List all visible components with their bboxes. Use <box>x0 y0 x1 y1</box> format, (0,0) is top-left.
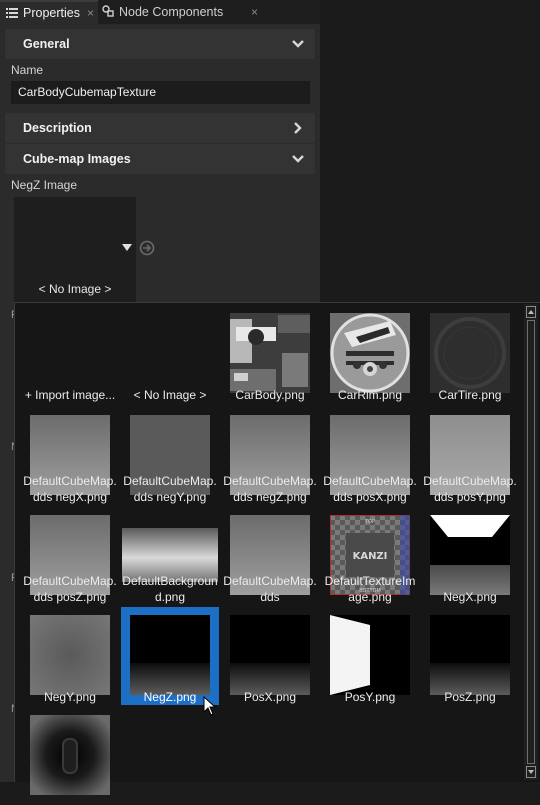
section-general-label: General <box>23 37 70 51</box>
negz-image-picker[interactable]: < No Image > <box>14 197 136 302</box>
image-thumbnail <box>30 615 110 695</box>
section-description[interactable]: Description <box>5 113 315 143</box>
go-to-resource-icon[interactable] <box>139 240 155 256</box>
image-thumbnail <box>230 615 310 695</box>
gallery-item[interactable]: CarTire.png <box>421 305 519 403</box>
gallery-item[interactable]: DefaultCubeMap. dds negZ.png <box>221 407 319 505</box>
section-description-label: Description <box>23 121 92 135</box>
component-icon <box>102 5 114 17</box>
negz-image-label: NegZ Image <box>11 178 78 192</box>
gallery-item-caption: DefaultCubeMap. dds <box>223 574 317 604</box>
gallery-scrollbar[interactable] <box>524 304 538 780</box>
image-thumbnail <box>330 615 410 695</box>
image-gallery-popup: + Import image... < No Image > CarBody.png… <box>14 302 540 795</box>
tab-node-components[interactable]: Node Components × <box>102 0 258 24</box>
gallery-item[interactable]: DefaultCubeMap. dds posX.png <box>321 407 419 505</box>
gallery-item-caption: DefaultCubeMap. dds negY.png <box>123 474 217 504</box>
gallery-item[interactable]: CarRim.png <box>321 305 419 403</box>
gallery-item[interactable]: < No Image > <box>121 305 219 403</box>
image-thumbnail <box>130 313 210 393</box>
gallery-item[interactable]: CarBody.png <box>221 305 319 403</box>
tab-node-components-label: Node Components <box>119 5 224 19</box>
image-thumbnail <box>430 313 510 393</box>
gallery-item[interactable]: PosX.png <box>221 607 319 705</box>
close-icon[interactable]: × <box>87 2 94 24</box>
chevron-right-icon <box>294 122 302 134</box>
close-icon[interactable]: × <box>251 0 258 24</box>
image-thumbnail <box>430 615 510 695</box>
image-thumbnail <box>30 313 110 393</box>
gallery-item[interactable]: KANZI TOP BOTTOM DefaultTextureIm age.png <box>321 507 419 605</box>
gallery-item-caption: DefaultCubeMap. dds posY.png <box>423 474 517 504</box>
gallery-item-caption: PosX.png <box>243 690 297 704</box>
dropdown-arrow-icon[interactable] <box>122 244 132 251</box>
section-cubemap-label: Cube-map Images <box>23 152 131 166</box>
gallery-item-caption: NegX.png <box>443 590 497 604</box>
tab-properties-label: Properties <box>23 6 80 20</box>
gallery-item-caption: NegY.png <box>44 690 96 704</box>
gallery-item[interactable]: DefaultBackgroun d.png <box>121 507 219 605</box>
gallery-item[interactable]: DefaultCubeMap. dds negY.png <box>121 407 219 505</box>
mouse-cursor-icon <box>203 696 217 716</box>
name-input[interactable]: CarBodyCubemapTexture <box>11 81 310 104</box>
gallery-item[interactable] <box>21 707 119 805</box>
gallery-item-caption: DefaultTextureIm age.png <box>324 574 416 604</box>
gallery-item[interactable]: PosY.png <box>321 607 419 705</box>
gallery-item-caption: CarTire.png <box>438 388 502 402</box>
gallery-item-caption: PosZ.png <box>444 690 496 704</box>
gallery-item-caption: DefaultCubeMap. dds posZ.png <box>23 574 117 604</box>
section-cubemap-images[interactable]: Cube-map Images <box>5 144 315 174</box>
gallery-item[interactable]: PosZ.png <box>421 607 519 705</box>
gallery-item-caption: < No Image > <box>133 388 207 402</box>
name-input-value: CarBodyCubemapTexture <box>18 85 157 99</box>
scroll-up-icon[interactable] <box>526 306 536 318</box>
tab-properties[interactable]: Properties × <box>0 0 98 24</box>
gallery-item-caption: PosY.png <box>344 690 396 704</box>
chevron-down-icon <box>292 40 304 48</box>
gallery-item[interactable]: + Import image... <box>21 305 119 403</box>
image-thumbnail <box>30 715 110 795</box>
gallery-item-caption: CarRim.png <box>337 388 403 402</box>
gallery-item[interactable]: DefaultCubeMap. dds negX.png <box>21 407 119 505</box>
chevron-down-icon <box>292 155 304 163</box>
gallery-item[interactable]: DefaultCubeMap. dds <box>221 507 319 605</box>
gallery-item-caption: DefaultCubeMap. dds posX.png <box>323 474 417 504</box>
name-label: Name <box>11 63 44 77</box>
section-general[interactable]: General <box>5 29 315 59</box>
gallery-item[interactable]: DefaultCubeMap. dds posY.png <box>421 407 519 505</box>
scroll-thumb[interactable] <box>527 320 535 764</box>
gallery-item-caption: DefaultCubeMap. dds negZ.png <box>223 474 317 504</box>
image-thumbnail <box>230 313 310 393</box>
gallery-item-caption: DefaultBackgroun d.png <box>122 574 218 604</box>
svg-text:TOP: TOP <box>364 519 375 525</box>
svg-text:KANZI: KANZI <box>353 551 388 562</box>
list-icon <box>6 8 18 18</box>
gallery-item[interactable]: NegZ.png <box>121 607 219 705</box>
scroll-down-icon[interactable] <box>526 766 536 778</box>
image-thumbnail <box>430 515 510 595</box>
image-thumbnail <box>130 615 210 695</box>
image-thumbnail <box>330 313 410 393</box>
gallery-item-caption: + Import image... <box>24 388 116 402</box>
tab-bar: Properties × Node Components × <box>0 0 320 24</box>
gallery-item-caption: DefaultCubeMap. dds negX.png <box>23 474 117 504</box>
negz-image-value: < No Image > <box>38 282 112 296</box>
gallery-item[interactable]: NegX.png <box>421 507 519 605</box>
gallery-item[interactable]: DefaultCubeMap. dds posZ.png <box>21 507 119 605</box>
gallery-item-caption: CarBody.png <box>235 388 305 402</box>
gallery-item[interactable]: NegY.png <box>21 607 119 705</box>
